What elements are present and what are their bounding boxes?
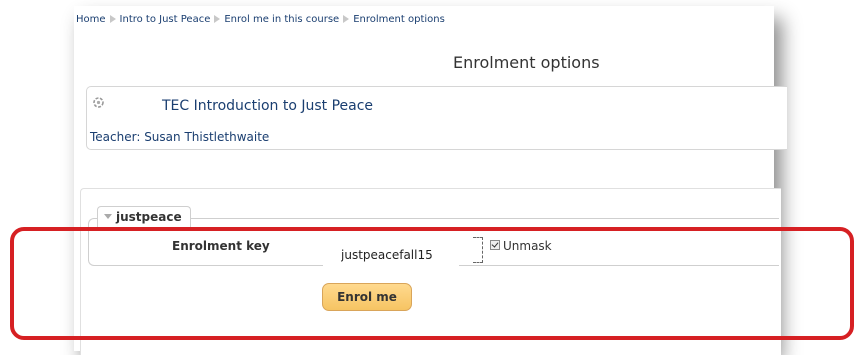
breadcrumb-course[interactable]: Intro to Just Peace <box>120 14 211 25</box>
legend-label: justpeace <box>116 210 182 224</box>
breadcrumb-separator-icon <box>343 15 350 23</box>
teacher-name[interactable]: Teacher: Susan Thistlethwaite <box>90 130 269 144</box>
input-focus-outline <box>473 237 483 263</box>
teacher-info: Teacher: Susan Thistlethwaite <box>90 130 269 144</box>
unmask-checkbox[interactable] <box>490 240 500 250</box>
enrol-me-button[interactable]: Enrol me <box>322 283 412 311</box>
collapse-triangle-icon <box>104 214 112 219</box>
page-title: Enrolment options <box>453 53 600 72</box>
breadcrumb-current: Enrolment options <box>353 14 445 25</box>
unmask-checkbox-label[interactable]: Unmask <box>490 239 552 253</box>
course-name-link[interactable]: TEC Introduction to Just Peace <box>162 98 373 114</box>
course-icon <box>92 94 105 108</box>
breadcrumb-separator-icon <box>214 15 221 23</box>
enrolment-key-label: Enrolment key <box>172 239 270 253</box>
breadcrumb: Home Intro to Just Peace Enrol me in this … <box>76 14 445 25</box>
unmask-label: Unmask <box>503 239 552 253</box>
enrolment-key-input[interactable] <box>323 234 459 268</box>
breadcrumb-separator-icon <box>109 15 116 23</box>
breadcrumb-home[interactable]: Home <box>76 14 106 25</box>
breadcrumb-enrol[interactable]: Enrol me in this course <box>224 14 339 25</box>
fieldset-legend-toggle[interactable]: justpeace <box>97 206 191 227</box>
